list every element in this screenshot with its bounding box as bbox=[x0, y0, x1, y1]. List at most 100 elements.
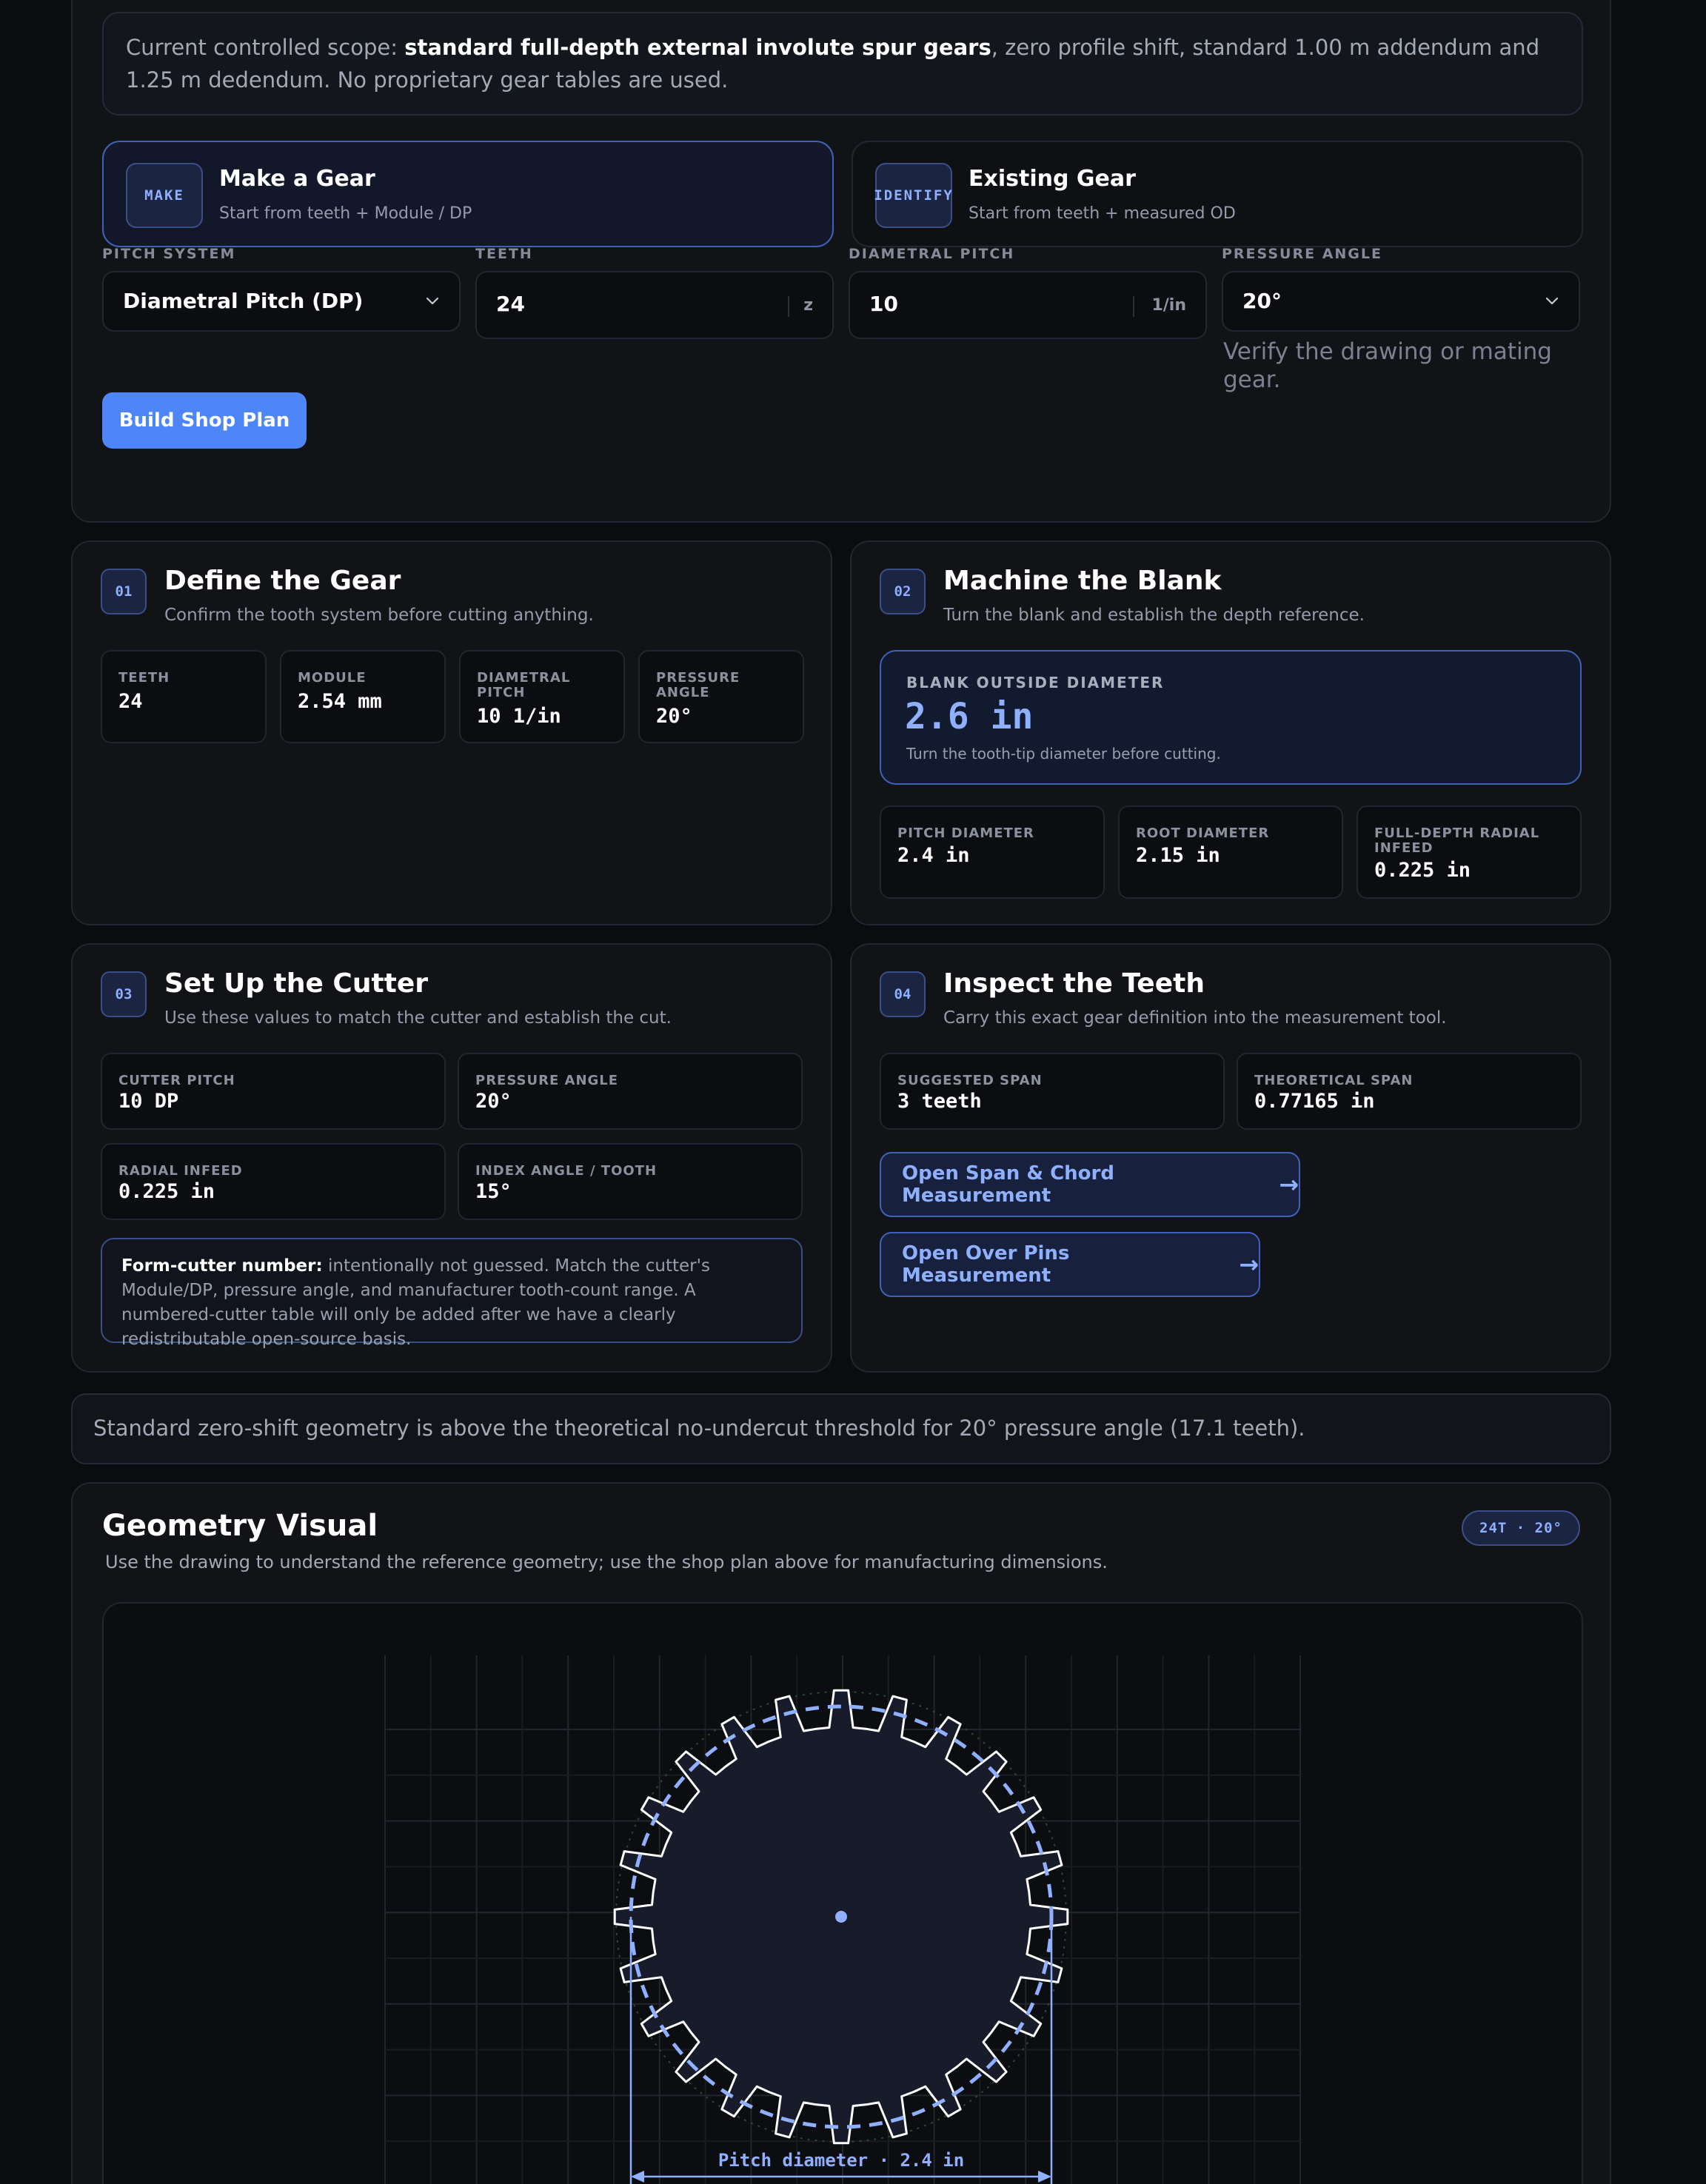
stat-value: 0.77165 in bbox=[1254, 1090, 1375, 1113]
stat-value: 0.225 in bbox=[1374, 859, 1471, 882]
stat-pressure-angle: PRESSURE ANGLE 20° bbox=[458, 1053, 803, 1130]
stat-cutter-pitch: CUTTER PITCH 10 DP bbox=[101, 1053, 446, 1130]
blank-od-label: BLANK OUTSIDE DIAMETER bbox=[906, 674, 1165, 691]
step-title: Inspect the Teeth bbox=[943, 968, 1205, 999]
stat-label: DIAMETRAL PITCH bbox=[477, 670, 571, 700]
step-title: Set Up the Cutter bbox=[164, 968, 429, 999]
stat-index-angle: INDEX ANGLE / TOOTH 15° bbox=[458, 1143, 803, 1220]
stat-label: THEORETICAL SPAN bbox=[1254, 1073, 1414, 1088]
pitch-diameter-label: Pitch diameter · 2.4 in bbox=[718, 2150, 964, 2171]
stat-label: SUGGESTED SPAN bbox=[897, 1073, 1043, 1088]
stat-module: MODULE 2.54 mm bbox=[280, 650, 446, 743]
open-span-chord-button[interactable]: Open Span & Chord Measurement → bbox=[880, 1152, 1300, 1217]
stat-theoretical-span: THEORETICAL SPAN 0.77165 in bbox=[1237, 1053, 1582, 1130]
diametral-pitch-input[interactable]: 10 1/in bbox=[849, 271, 1207, 339]
stat-value: 3 teeth bbox=[897, 1090, 982, 1113]
chevron-down-icon bbox=[426, 297, 439, 305]
mode-make-title: Make a Gear bbox=[219, 166, 375, 192]
stat-label: PRESSURE ANGLE bbox=[656, 670, 740, 700]
pitch-system-label: PITCH SYSTEM bbox=[102, 246, 236, 262]
blank-od-value: 2.6 in bbox=[905, 696, 1034, 737]
geometry-visual-card: Geometry Visual Use the drawing to under… bbox=[71, 1482, 1611, 2184]
stat-value: 20° bbox=[656, 705, 692, 728]
stat-value: 15° bbox=[475, 1180, 512, 1203]
pressure-angle-select[interactable]: 20° bbox=[1222, 271, 1580, 332]
form-cutter-note-title: Form-cutter number: bbox=[121, 1256, 323, 1276]
teeth-value: 24 bbox=[496, 292, 525, 316]
pitch-system-select[interactable]: Diametral Pitch (DP) bbox=[102, 271, 461, 332]
step-subtitle: Confirm the tooth system before cutting … bbox=[164, 606, 594, 625]
geometry-canvas: Pitch diameter · 2.4 in bbox=[102, 1602, 1583, 2184]
stat-suggested-span: SUGGESTED SPAN 3 teeth bbox=[880, 1053, 1225, 1130]
pressure-angle-label: PRESSURE ANGLE bbox=[1222, 246, 1382, 262]
step-title: Define the Gear bbox=[164, 566, 401, 596]
arrow-right-icon: → bbox=[1239, 1250, 1259, 1279]
pressure-angle-hint: Verify the drawing or mating gear. bbox=[1223, 338, 1552, 393]
dimension-arrow-right bbox=[1038, 2171, 1051, 2183]
teeth-label: TEETH bbox=[475, 246, 533, 262]
stat-value: 10 1/in bbox=[477, 705, 561, 728]
stat-teeth: TEETH 24 bbox=[101, 650, 267, 743]
stat-label: TEETH bbox=[118, 670, 170, 686]
pressure-angle-value: 20° bbox=[1242, 289, 1282, 313]
step-number: 02 bbox=[880, 569, 926, 614]
stat-value: 2.4 in bbox=[897, 844, 970, 867]
mode-make-subtitle: Start from teeth + Module / DP bbox=[219, 204, 472, 223]
stat-value: 2.54 mm bbox=[298, 690, 382, 713]
mode-make-gear[interactable]: MAKE Make a Gear Start from teeth + Modu… bbox=[102, 141, 834, 247]
step-cutter-card: 03 Set Up the Cutter Use these values to… bbox=[71, 943, 832, 1373]
step-subtitle: Turn the blank and establish the depth r… bbox=[943, 606, 1365, 625]
step-subtitle: Use these values to match the cutter and… bbox=[164, 1008, 672, 1028]
stat-diametral-pitch: DIAMETRAL PITCH 10 1/in bbox=[459, 650, 625, 743]
mode-existing-title: Existing Gear bbox=[969, 166, 1136, 192]
diametral-pitch-label: DIAMETRAL PITCH bbox=[849, 246, 1015, 262]
diametral-pitch-value: 10 bbox=[869, 292, 898, 316]
arrow-right-icon: → bbox=[1279, 1170, 1299, 1199]
pitch-system-value: Diametral Pitch (DP) bbox=[123, 289, 364, 313]
stat-value: 2.15 in bbox=[1136, 844, 1220, 867]
teeth-input[interactable]: 24 z bbox=[475, 271, 834, 339]
stat-label: RADIAL INFEED bbox=[118, 1163, 243, 1179]
step-title: Machine the Blank bbox=[943, 566, 1222, 596]
dimension-arrow-left bbox=[631, 2171, 644, 2183]
geometry-subtitle: Use the drawing to understand the refere… bbox=[105, 1552, 1108, 1572]
stat-label: PRESSURE ANGLE bbox=[475, 1073, 619, 1088]
stat-label: ROOT DIAMETER bbox=[1136, 825, 1270, 841]
center-point bbox=[835, 1911, 847, 1923]
build-shop-plan-button[interactable]: Build Shop Plan bbox=[102, 392, 307, 449]
open-span-chord-label: Open Span & Chord Measurement bbox=[902, 1162, 1114, 1207]
mode-make-badge: MAKE bbox=[126, 163, 203, 228]
step-inspect-card: 04 Inspect the Teeth Carry this exact ge… bbox=[850, 943, 1611, 1373]
scope-note-prefix: Current controlled scope: bbox=[126, 35, 405, 60]
diametral-pitch-unit: 1/in bbox=[1151, 296, 1186, 315]
mode-identify-badge: IDENTIFY bbox=[874, 163, 952, 228]
step-number: 01 bbox=[101, 569, 147, 614]
stat-pitch-diameter: PITCH DIAMETER 2.4 in bbox=[880, 805, 1105, 899]
gear-input-panel: Current controlled scope: standard full-… bbox=[71, 0, 1611, 523]
gear-drawing: Pitch diameter · 2.4 in bbox=[384, 1655, 1301, 2184]
undercut-status-banner: Standard zero-shift geometry is above th… bbox=[71, 1393, 1611, 1464]
step-number: 04 bbox=[880, 971, 926, 1017]
stat-value: 0.225 in bbox=[118, 1180, 215, 1203]
form-cutter-note: Form-cutter number: intentionally not gu… bbox=[101, 1238, 803, 1349]
unit-divider bbox=[1133, 296, 1134, 317]
stat-value: 24 bbox=[118, 690, 143, 713]
step-number: 03 bbox=[101, 971, 147, 1017]
teeth-unit: z bbox=[803, 296, 813, 315]
step-define-gear-card: 01 Define the Gear Confirm the tooth sys… bbox=[71, 540, 832, 925]
stat-radial-infeed: RADIAL INFEED 0.225 in bbox=[101, 1143, 446, 1220]
scope-note-bold: standard full-depth external involute sp… bbox=[404, 35, 991, 60]
mode-existing-subtitle: Start from teeth + measured OD bbox=[969, 204, 1236, 223]
stat-label: FULL-DEPTH RADIAL INFEED bbox=[1374, 825, 1540, 856]
open-over-pins-button[interactable]: Open Over Pins Measurement → bbox=[880, 1232, 1260, 1297]
geometry-title: Geometry Visual bbox=[102, 1509, 378, 1543]
stat-value: 10 DP bbox=[118, 1090, 179, 1113]
stat-value: 20° bbox=[475, 1090, 512, 1113]
scope-note: Current controlled scope: standard full-… bbox=[102, 12, 1583, 115]
mode-existing-gear[interactable]: IDENTIFY Existing Gear Start from teeth … bbox=[852, 141, 1583, 247]
stat-label: PITCH DIAMETER bbox=[897, 825, 1034, 841]
stat-label: INDEX ANGLE / TOOTH bbox=[475, 1163, 658, 1179]
stat-label: CUTTER PITCH bbox=[118, 1073, 235, 1088]
stat-label: MODULE bbox=[298, 670, 367, 686]
step-machine-blank-card: 02 Machine the Blank Turn the blank and … bbox=[850, 540, 1611, 925]
